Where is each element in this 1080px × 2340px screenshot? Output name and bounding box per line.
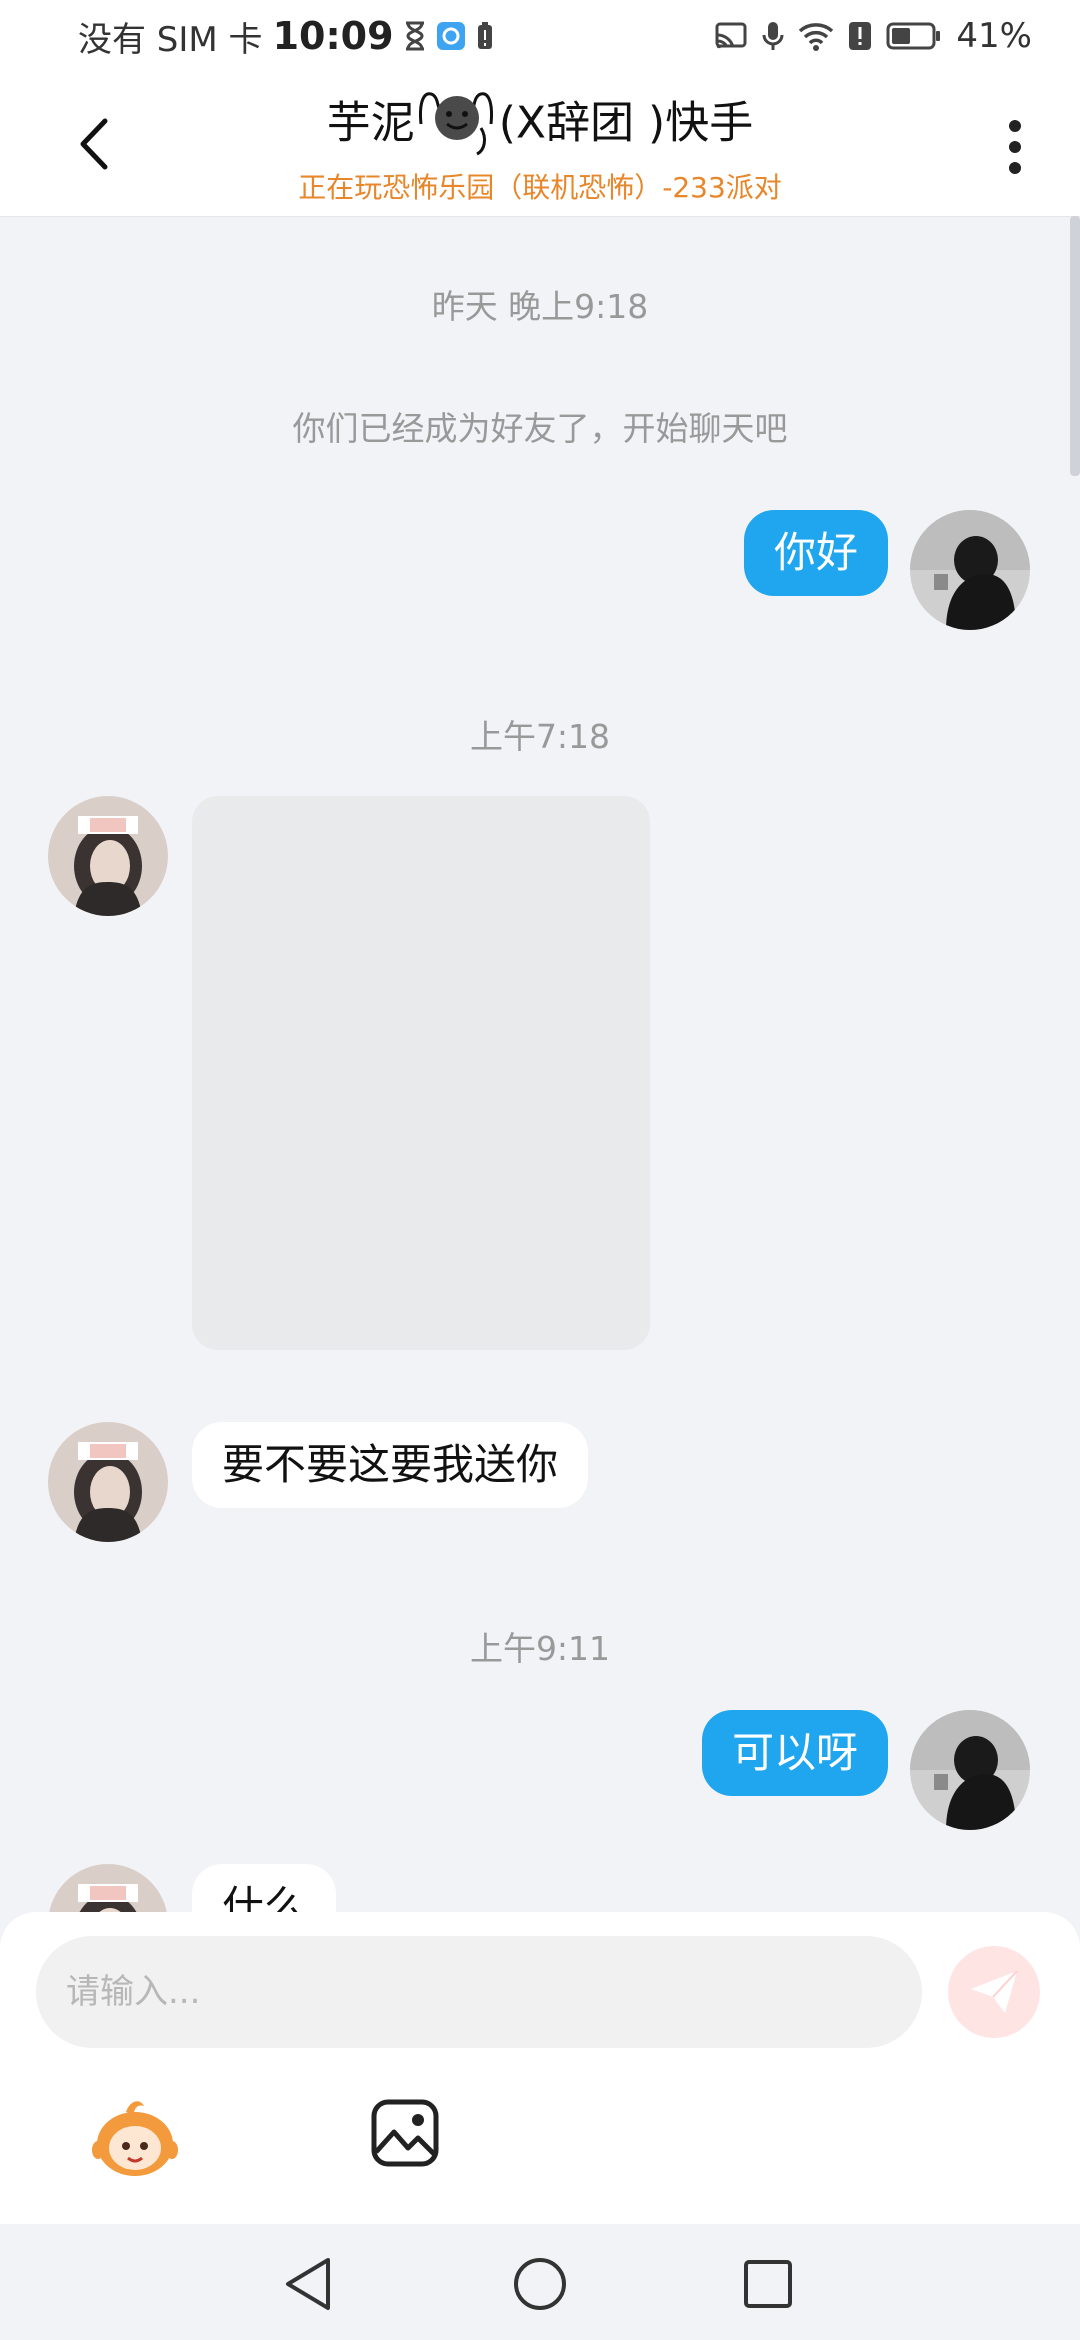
emoji-button[interactable] (92, 2094, 178, 2180)
my-avatar[interactable] (910, 510, 1030, 630)
clock: 10:09 (272, 14, 394, 58)
nav-home-icon (514, 2258, 566, 2310)
carrier-label: 没有 SIM 卡 (78, 19, 263, 60)
image-picker-button[interactable] (370, 2098, 440, 2168)
chat-header: 芋泥 (X辞团 )快手 正在玩恐怖乐园（联机恐怖）-233派对 (0, 72, 1080, 217)
system-nav-bar (0, 2224, 1080, 2340)
nav-home-button[interactable] (510, 2254, 570, 2314)
incoming-message-bubble[interactable]: 什么 (192, 1864, 337, 1916)
input-panel (0, 1912, 1080, 2224)
emoji-face-icon (417, 84, 497, 167)
hourglass-icon (404, 21, 426, 51)
timestamp: 上午7:18 (469, 717, 611, 756)
status-bar: 没有 SIM 卡 10:09 41% (0, 0, 1080, 72)
alert-icon (848, 21, 872, 51)
battery-percent: 41% (956, 16, 1032, 56)
system-message: 你们已经成为好友了，开始聊天吧 (292, 409, 788, 448)
send-icon (971, 1970, 1018, 2013)
image-message[interactable] (192, 796, 650, 1350)
friend-avatar[interactable] (48, 796, 168, 916)
timestamp: 昨天 晚上9:18 (431, 287, 649, 326)
cast-icon (714, 21, 748, 51)
nav-recents-button[interactable] (738, 2254, 798, 2314)
wifi-icon (798, 21, 834, 51)
title-part2: (X辞团 )快手 (498, 97, 754, 149)
mascot-emoji-icon (92, 2101, 178, 2176)
friend-avatar[interactable] (48, 1864, 168, 1916)
more-vertical-icon (1009, 120, 1021, 174)
nav-back-icon (286, 2258, 330, 2310)
nav-back-button[interactable] (278, 2254, 338, 2314)
chat-message-list[interactable]: 昨天 晚上9:18 你们已经成为好友了，开始聊天吧 你好 上午7:18 要不要这… (0, 216, 1080, 1916)
my-avatar[interactable] (910, 1710, 1030, 1830)
chat-title: 芋泥 (X辞团 )快手 (0, 84, 1080, 167)
friend-avatar[interactable] (48, 1422, 168, 1542)
more-options-button[interactable] (990, 112, 1040, 182)
image-icon (371, 2099, 439, 2167)
title-part1: 芋泥 (326, 97, 415, 149)
status-left: 没有 SIM 卡 10:09 (78, 12, 494, 61)
battery-icon (886, 21, 942, 51)
outgoing-message-bubble[interactable]: 你好 (743, 510, 888, 596)
nav-recents-icon (744, 2260, 792, 2308)
incoming-message-bubble[interactable]: 要不要这要我送你 (192, 1422, 589, 1508)
send-button[interactable] (948, 1946, 1040, 2038)
app-notification-icon (436, 21, 466, 51)
timestamp: 上午9:11 (469, 1629, 611, 1668)
outgoing-message-bubble[interactable]: 可以呀 (701, 1710, 888, 1796)
mic-icon (762, 20, 784, 52)
message-input[interactable] (36, 1936, 922, 2048)
status-right: 41% (714, 16, 1032, 56)
playing-status: 正在玩恐怖乐园（联机恐怖）-233派对 (298, 171, 782, 204)
battery-alert-icon (476, 21, 494, 51)
